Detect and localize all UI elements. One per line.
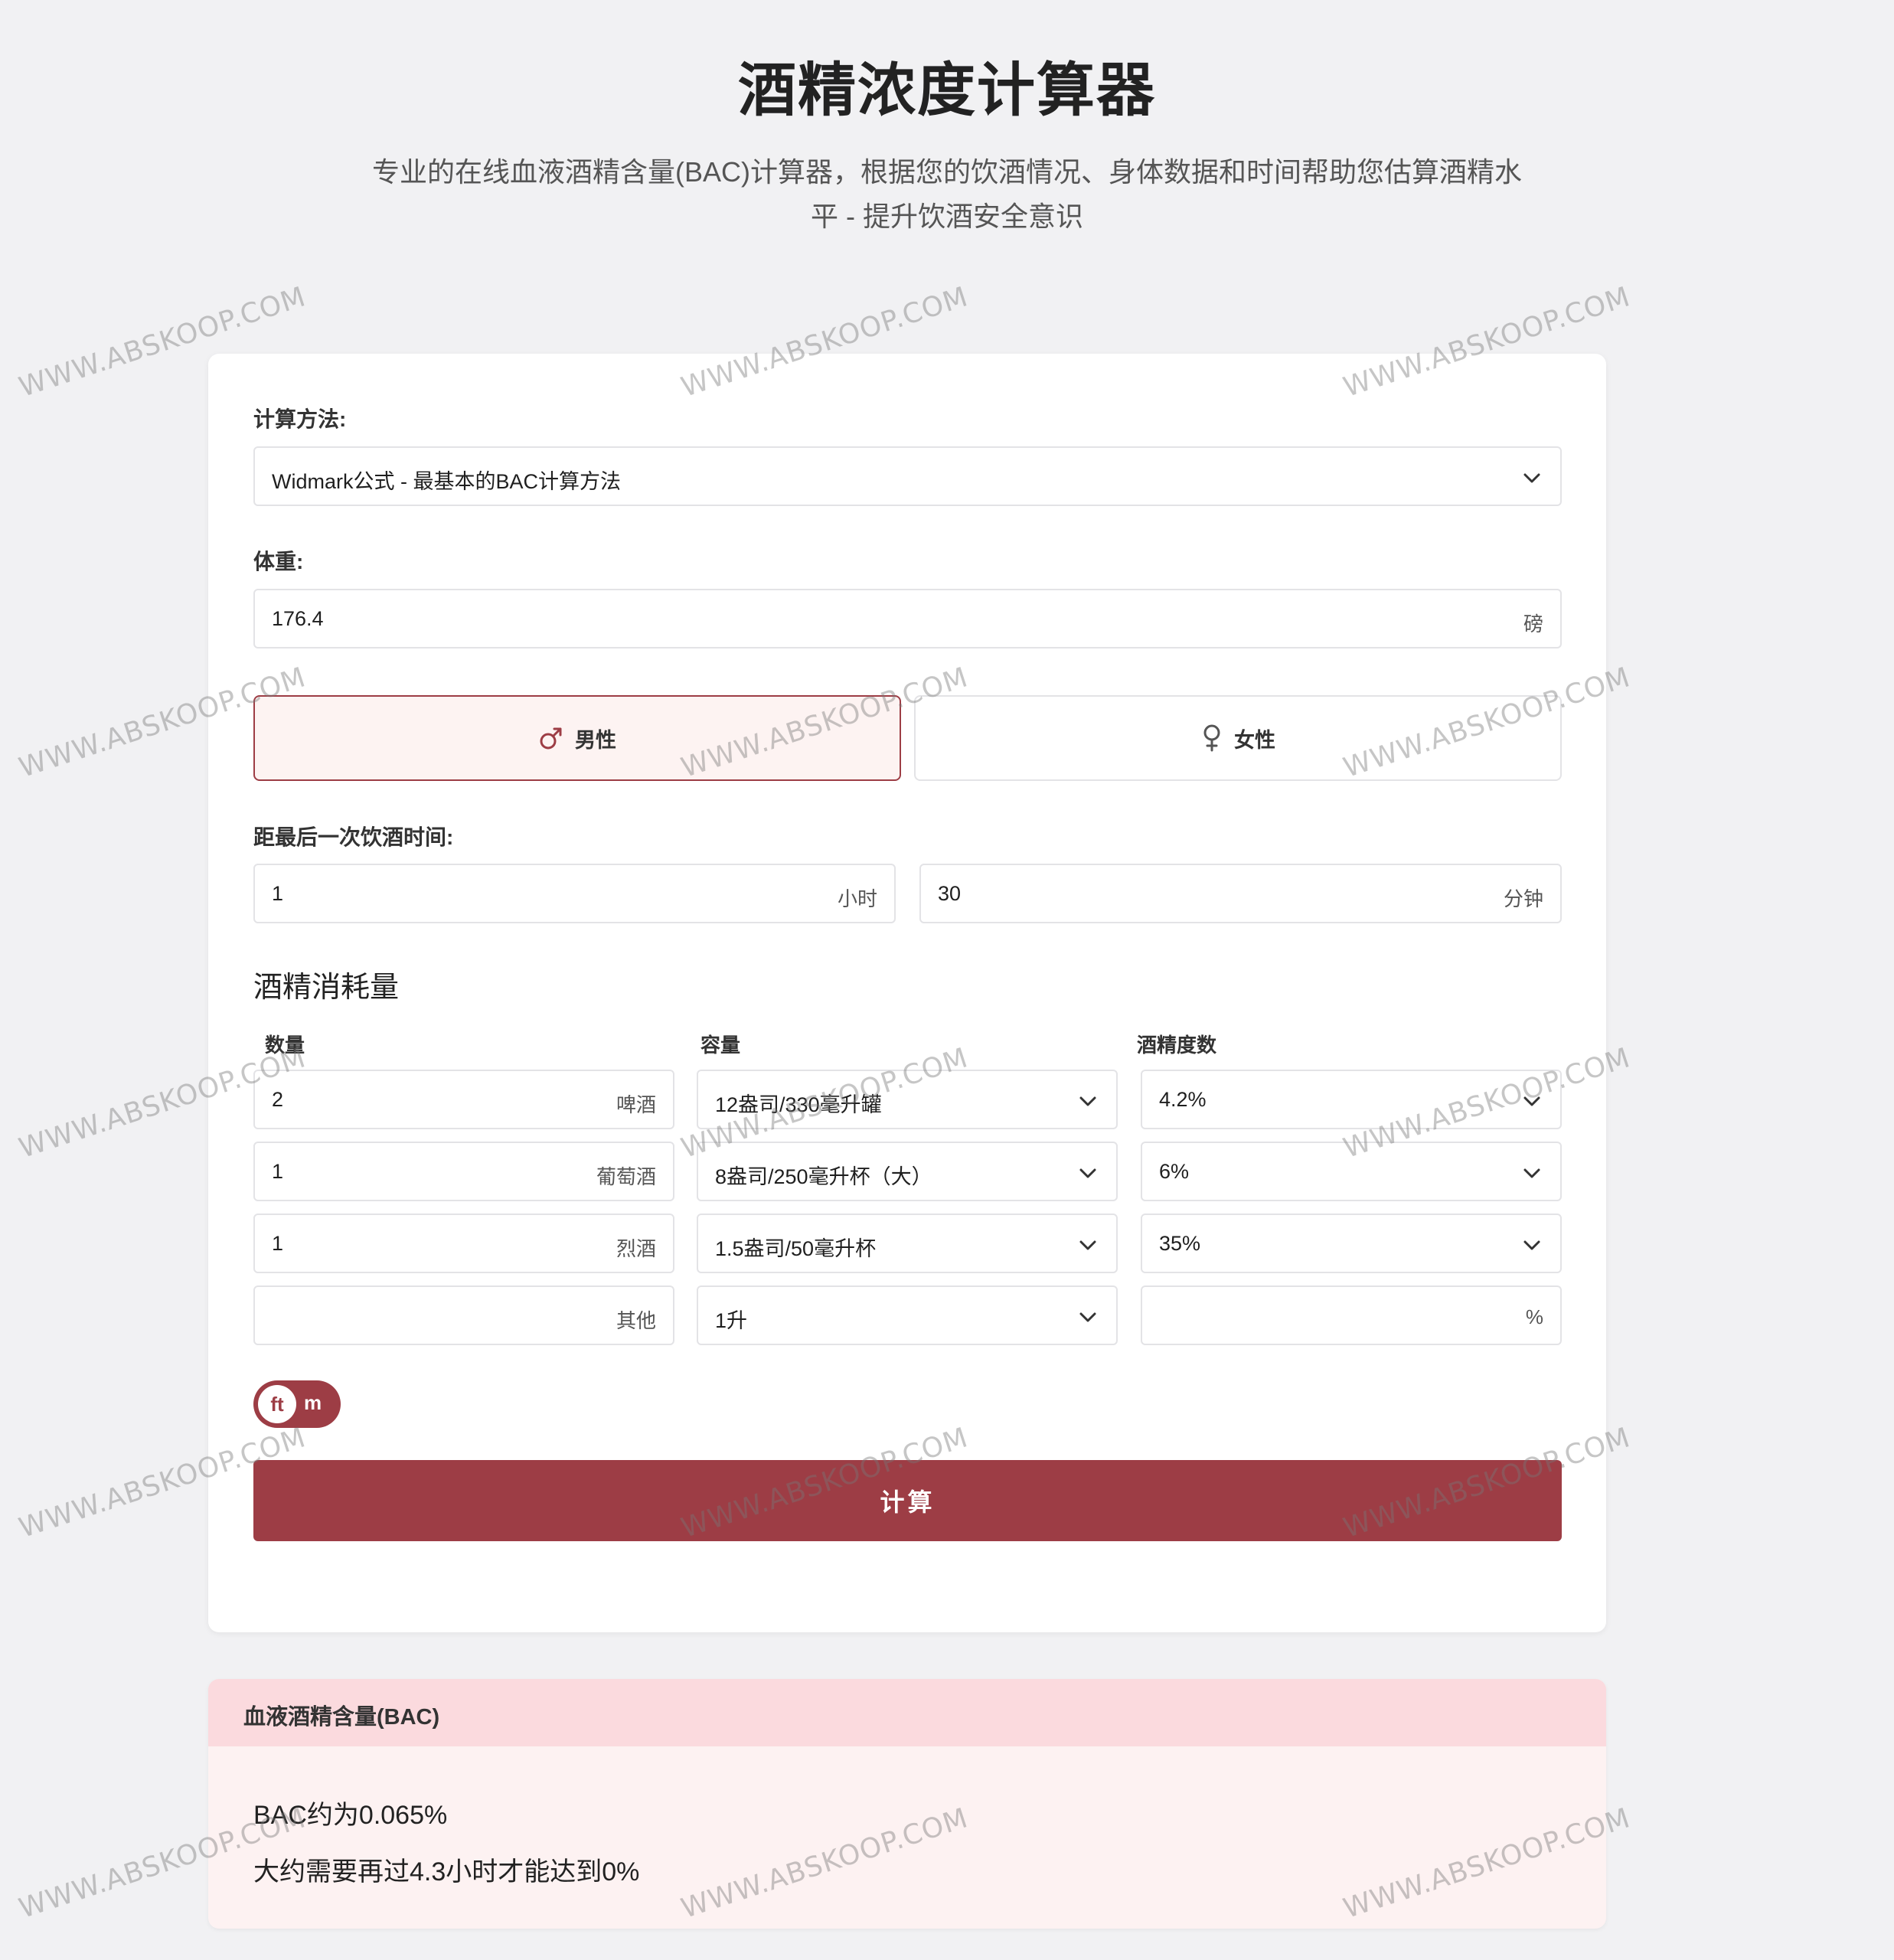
calculator-card: [208, 354, 1606, 1632]
chevron-down-icon: [1079, 1240, 1096, 1250]
hours-input-value: 1: [272, 882, 284, 905]
spirits-abv-select[interactable]: 35%: [1141, 1214, 1562, 1273]
result-panel: 血液酒精含量(BAC) BAC约为0.065% 大约需要再过4.3小时才能达到0…: [208, 1679, 1606, 1929]
wine-quantity-value: 1: [272, 1160, 284, 1183]
subtitle-line-1: 专业的在线血液酒精含量(BAC)计算器，根据您的饮酒情况、身体数据和时间帮助您估…: [372, 156, 1522, 188]
beer-volume-value: 12盎司/330毫升罐: [715, 1093, 882, 1116]
wine-quantity-input[interactable]: 1 葡萄酒: [253, 1142, 674, 1201]
column-volume: 容量: [700, 1034, 741, 1057]
gender-male-label: 男性: [575, 728, 616, 752]
spirits-volume-value: 1.5盎司/50毫升杯: [715, 1237, 877, 1260]
other-quantity-input[interactable]: 其他: [253, 1285, 674, 1345]
spirits-quantity-input[interactable]: 1 烈酒: [253, 1214, 674, 1273]
result-bac-value: BAC约为0.065%: [253, 1801, 448, 1830]
gender-male-button[interactable]: 男性: [253, 695, 901, 781]
chevron-down-icon: [1523, 1240, 1540, 1250]
unit-toggle-active: ft: [258, 1385, 296, 1423]
other-abv-unit: %: [1525, 1305, 1543, 1328]
chevron-down-icon: [1523, 1168, 1540, 1178]
wine-volume-value: 8盎司/250毫升杯（大）: [715, 1165, 932, 1188]
wine-abv-select[interactable]: 6%: [1141, 1142, 1562, 1201]
calculate-button[interactable]: 计算: [253, 1460, 1562, 1541]
other-type-label: 其他: [616, 1309, 656, 1332]
spirits-quantity-value: 1: [272, 1232, 284, 1255]
beer-abv-select[interactable]: 4.2%: [1141, 1070, 1562, 1129]
gender-female-button[interactable]: 女性: [914, 695, 1562, 781]
consumption-title: 酒精消耗量: [253, 972, 400, 1004]
weight-input[interactable]: 176.4 磅: [253, 589, 1562, 648]
wine-volume-select[interactable]: 8盎司/250毫升杯（大）: [697, 1142, 1118, 1201]
spirits-volume-select[interactable]: 1.5盎司/50毫升杯: [697, 1214, 1118, 1273]
column-abv: 酒精度数: [1137, 1034, 1217, 1057]
unit-toggle[interactable]: ft m: [253, 1380, 341, 1428]
wine-abv-value: 6%: [1159, 1160, 1190, 1183]
beer-volume-select[interactable]: 12盎司/330毫升罐: [697, 1070, 1118, 1129]
minutes-input[interactable]: 30 分钟: [919, 864, 1562, 923]
time-label: 距最后一次饮酒时间:: [253, 825, 454, 849]
page-subtitle: 专业的在线血液酒精含量(BAC)计算器，根据您的饮酒情况、身体数据和时间帮助您估…: [329, 150, 1565, 239]
minutes-input-value: 30: [938, 882, 962, 905]
beer-type-label: 啤酒: [616, 1093, 656, 1116]
result-header: 血液酒精含量(BAC): [208, 1679, 1606, 1746]
weight-unit: 磅: [1523, 612, 1543, 635]
chevron-down-icon: [1523, 1096, 1540, 1106]
other-volume-value: 1升: [715, 1309, 748, 1332]
hours-unit: 小时: [837, 887, 877, 910]
male-icon: [540, 727, 562, 750]
method-label: 计算方法:: [253, 407, 347, 431]
chevron-down-icon: [1079, 1168, 1096, 1178]
chevron-down-icon: [1523, 473, 1540, 483]
column-quantity: 数量: [265, 1034, 305, 1057]
female-icon: [1203, 724, 1220, 752]
other-abv-input[interactable]: %: [1141, 1285, 1562, 1345]
beer-abv-value: 4.2%: [1159, 1088, 1207, 1111]
result-sober-time: 大约需要再过4.3小时才能达到0%: [253, 1857, 640, 1886]
chevron-down-icon: [1079, 1096, 1096, 1106]
hours-input[interactable]: 1 小时: [253, 864, 896, 923]
minutes-unit: 分钟: [1503, 887, 1543, 910]
subtitle-line-2: 平 - 提升饮酒安全意识: [811, 201, 1083, 232]
weight-input-value: 176.4: [272, 607, 324, 630]
method-select[interactable]: Widmark公式 - 最基本的BAC计算方法: [253, 446, 1562, 506]
spirits-type-label: 烈酒: [616, 1237, 656, 1260]
unit-toggle-inactive: m: [304, 1391, 322, 1414]
page-title: 酒精浓度计算器: [738, 58, 1156, 123]
gender-female-label: 女性: [1234, 728, 1275, 752]
beer-quantity-value: 2: [272, 1088, 284, 1111]
weight-label: 体重:: [253, 550, 304, 573]
beer-quantity-input[interactable]: 2 啤酒: [253, 1070, 674, 1129]
chevron-down-icon: [1079, 1312, 1096, 1322]
wine-type-label: 葡萄酒: [596, 1165, 656, 1188]
spirits-abv-value: 35%: [1159, 1232, 1201, 1255]
method-select-value: Widmark公式 - 最基本的BAC计算方法: [272, 470, 622, 493]
other-volume-select[interactable]: 1升: [697, 1285, 1118, 1345]
result-header-title: 血液酒精含量(BAC): [243, 1705, 440, 1730]
